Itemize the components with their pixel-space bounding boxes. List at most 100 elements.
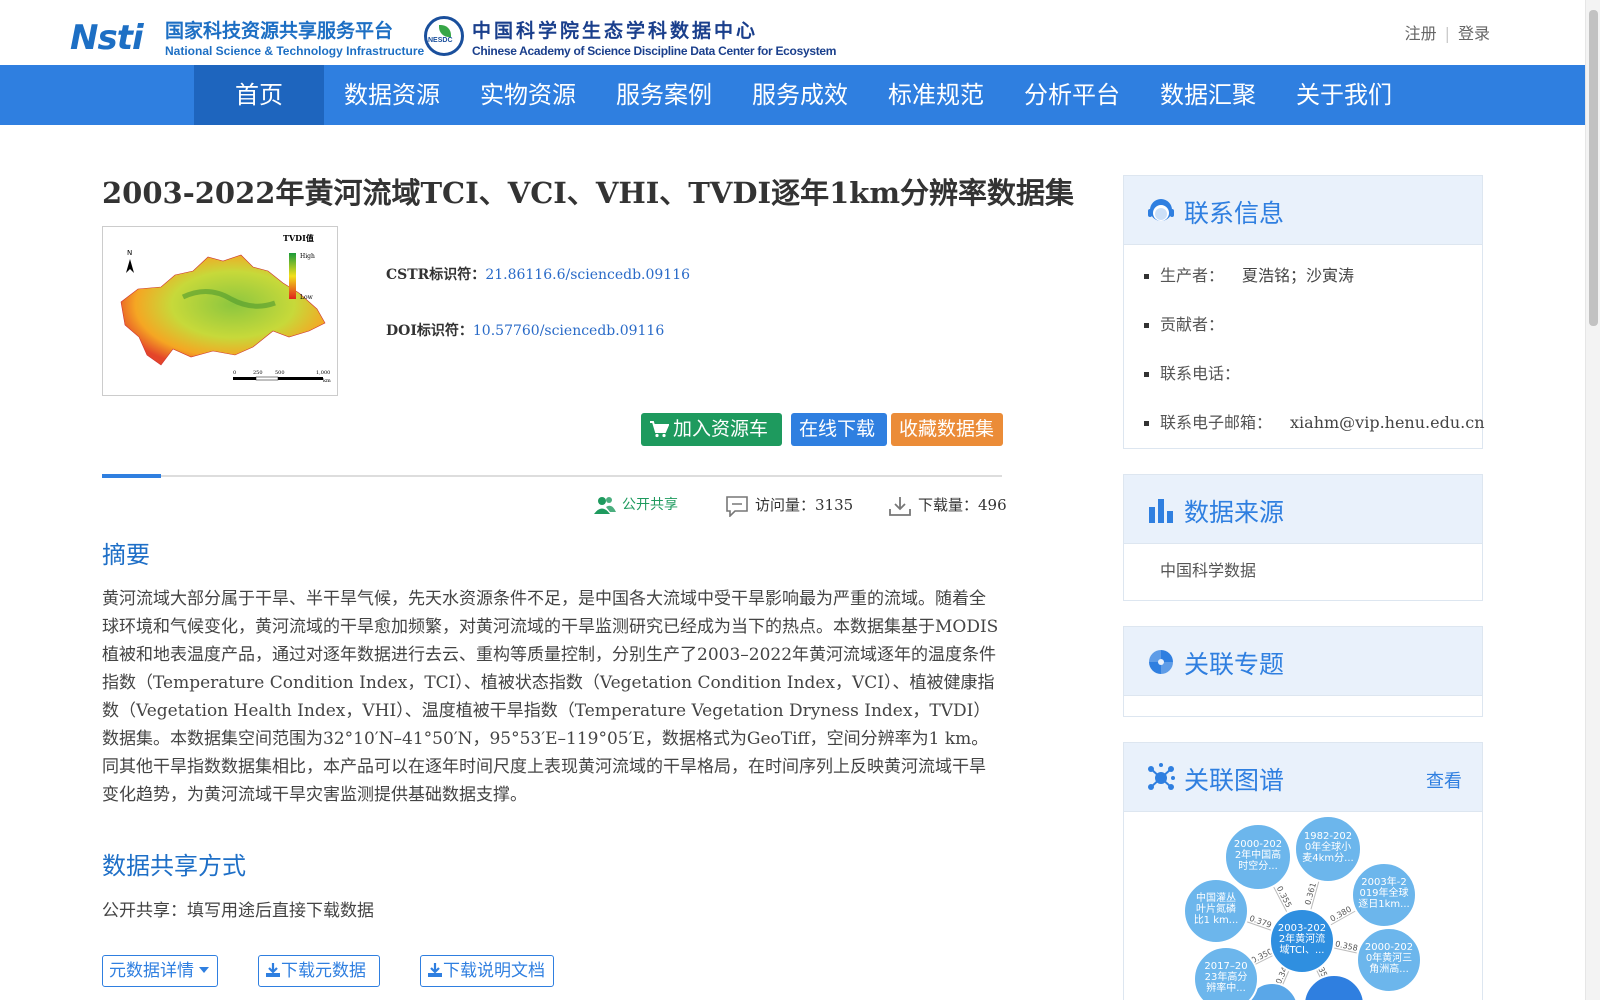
nav-item-analysis-platform[interactable]: 分析平台 xyxy=(1004,65,1140,125)
auth-divider: | xyxy=(1444,24,1450,43)
nesdc-logo-title: 中国科学院生态学科数据中心 xyxy=(472,20,759,42)
data-source-panel: 数据来源 中国科学数据 xyxy=(1123,474,1483,601)
graph-edge-weight: 0.355 xyxy=(1275,885,1294,909)
scale-label-0: 0 xyxy=(233,370,236,376)
auth-links: 注册 | 登录 xyxy=(1405,20,1490,44)
caret-down-icon xyxy=(199,967,210,973)
download-metadata-button[interactable]: 下载元数据 xyxy=(258,955,380,987)
email-value: xiahm@vip.henu.edu.cn xyxy=(1290,413,1485,432)
north-arrow-icon xyxy=(126,259,134,273)
legend-low: Low xyxy=(300,294,314,301)
dataset-thumbnail[interactable]: N TVDI值 High Low 0 250 500 1,000 km xyxy=(102,226,338,396)
contact-phone: 联系电话： xyxy=(1144,353,1482,402)
tab-divider xyxy=(102,474,1002,478)
abstract-heading: 摘要 xyxy=(102,541,150,569)
contact-panel-title: 联系信息 xyxy=(1184,199,1285,228)
nav-item-about-us[interactable]: 关于我们 xyxy=(1276,65,1412,125)
doi-link[interactable]: 10.57760/sciencedb.09116 xyxy=(473,323,664,339)
nav-item-home[interactable]: 首页 xyxy=(194,65,324,125)
contact-list: 生产者： 夏浩铭；沙寅涛 贡献者： 联系电话： 联系电子邮箱： xiahm@vip.… xyxy=(1124,245,1485,451)
pinwheel-icon xyxy=(1149,650,1173,674)
related-topics-panel: 关联专题 xyxy=(1123,626,1483,717)
nav-item-standards[interactable]: 标准规范 xyxy=(868,65,1004,125)
graph-node-label: 2000-202 xyxy=(1234,839,1282,850)
nesdc-logo[interactable]: NESDC 中国科学院生态学科数据中心 Chinese Academy of S… xyxy=(424,14,836,60)
add-to-cart-label: 加入资源车 xyxy=(673,418,769,440)
graph-edge-weight: 0.380 xyxy=(1329,905,1353,924)
cstr-row: CSTR标识符：21.86116.6/sciencedb.09116 xyxy=(386,264,690,284)
comment-icon xyxy=(726,496,748,518)
doi-row: DOI标识符：10.57760/sciencedb.09116 xyxy=(386,320,664,340)
graph-node-label: 2003-202 xyxy=(1278,923,1326,934)
nsti-logo-mark: Nsti xyxy=(70,18,144,58)
page-scrollbar[interactable] xyxy=(1585,0,1600,1000)
dataset-title: 2003-2022年黄河流域TCI、VCI、VHI、TVDI逐年1km分辨率数据… xyxy=(102,176,1075,210)
graph-node-label: 2017–20 xyxy=(1204,961,1247,972)
data-source-value: 中国科学数据 xyxy=(1160,561,1257,580)
legend-high: High xyxy=(300,253,315,260)
legend-title: TVDI值 xyxy=(283,233,314,243)
download-doc-button[interactable]: 下载说明文档 xyxy=(420,955,554,987)
contributor-label: 贡献者： xyxy=(1160,315,1225,334)
nav-item-physical-resources[interactable]: 实物资源 xyxy=(460,65,596,125)
related-topics-panel-title: 关联专题 xyxy=(1184,650,1285,679)
north-arrow-label: N xyxy=(127,249,132,257)
nav-item-data-aggregation[interactable]: 数据汇聚 xyxy=(1140,65,1276,125)
graph-node-label: 1982-202 xyxy=(1304,831,1352,842)
doi-label: DOI标识符： xyxy=(386,323,473,339)
bar-chart-icon xyxy=(1149,499,1173,523)
download-icon xyxy=(889,497,911,516)
phone-label: 联系电话： xyxy=(1160,364,1241,383)
producer-label: 生产者： xyxy=(1160,266,1225,285)
nesdc-badge-text: NESDC xyxy=(428,37,453,44)
download-icon xyxy=(428,963,442,977)
download-metadata-label: 下载元数据 xyxy=(281,961,366,981)
graph-node-label: 角洲高... xyxy=(1369,962,1409,975)
related-topics-panel-header: 关联专题 xyxy=(1124,627,1482,696)
graph-node-label: 辨率中... xyxy=(1206,981,1246,994)
graph-node-label: 2003年-2 xyxy=(1361,875,1406,888)
nav-item-service-cases[interactable]: 服务案例 xyxy=(596,65,732,125)
related-graph[interactable]: 0.355 0.361 0.380 0.379 0.358 0.350 0.351 0.345… xyxy=(1124,813,1482,1000)
favorite-dataset-button[interactable]: 收藏数据集 xyxy=(891,413,1003,446)
nesdc-logo-subtitle: Chinese Academy of Science Discipline Da… xyxy=(472,44,837,58)
graph-node-label: 2年中国高 xyxy=(1235,848,1281,861)
tab-active-indicator xyxy=(102,474,161,478)
download-online-button[interactable]: 在线下载 xyxy=(791,413,887,446)
graph-node-label: 时空分... xyxy=(1238,859,1278,872)
graph-node[interactable] xyxy=(1303,974,1365,1000)
metadata-details-dropdown[interactable]: 元数据详情 xyxy=(102,955,218,987)
downloads-stat: 下载量：496 xyxy=(888,494,1007,522)
public-share-stat: 公开共享 xyxy=(594,494,678,522)
public-share-label: 公开共享 xyxy=(622,497,678,513)
graph-node-label: 2000-202 xyxy=(1365,942,1413,953)
users-icon xyxy=(594,497,616,514)
graph-edge-weight: 0.379 xyxy=(1248,914,1273,930)
producer-value: 夏浩铭；沙寅涛 xyxy=(1242,266,1355,285)
download-doc-label: 下载说明文档 xyxy=(443,961,545,981)
data-source-panel-header: 数据来源 xyxy=(1124,475,1482,544)
graph-node-label: 比1 km... xyxy=(1194,914,1239,926)
related-graph-canvas[interactable]: 0.355 0.3610.3800.3790.3580.3500.3510.345… xyxy=(1124,813,1482,1000)
related-graph-panel: 关联图谱 查看 0.355 0.361 0.380 0.379 0.358 0.350 0.… xyxy=(1123,742,1483,1000)
network-icon xyxy=(1148,763,1175,790)
nav-item-data-resources[interactable]: 数据资源 xyxy=(324,65,460,125)
metadata-details-label: 元数据详情 xyxy=(109,961,194,981)
graph-edge-weight: 0.361 xyxy=(1303,882,1318,906)
scrollbar-thumb[interactable] xyxy=(1589,10,1598,326)
graph-node-label: 0年黄河三 xyxy=(1366,951,1412,964)
visits-label: 访问量： xyxy=(755,496,816,514)
sharing-text: 公开共享：填写用途后直接下载数据 xyxy=(102,901,374,921)
nsti-logo-title: 国家科技资源共享服务平台 xyxy=(165,20,394,42)
view-graph-link[interactable]: 查看 xyxy=(1426,767,1462,793)
cstr-link[interactable]: 21.86116.6/sciencedb.09116 xyxy=(485,267,690,283)
visits-stat: 访问量：3135 xyxy=(725,494,853,522)
nesdc-emblem-icon: NESDC xyxy=(424,16,464,56)
add-to-cart-button[interactable]: 加入资源车 xyxy=(641,413,782,446)
email-label: 联系电子邮箱： xyxy=(1160,413,1273,432)
nav-item-service-results[interactable]: 服务成效 xyxy=(732,65,868,125)
login-link[interactable]: 登录 xyxy=(1458,24,1490,43)
register-link[interactable]: 注册 xyxy=(1405,24,1437,43)
nsti-logo[interactable]: Nsti 国家科技资源共享服务平台 National Science & Tec… xyxy=(70,14,424,60)
graph-node-label: 叶片氮磷 xyxy=(1196,902,1236,915)
